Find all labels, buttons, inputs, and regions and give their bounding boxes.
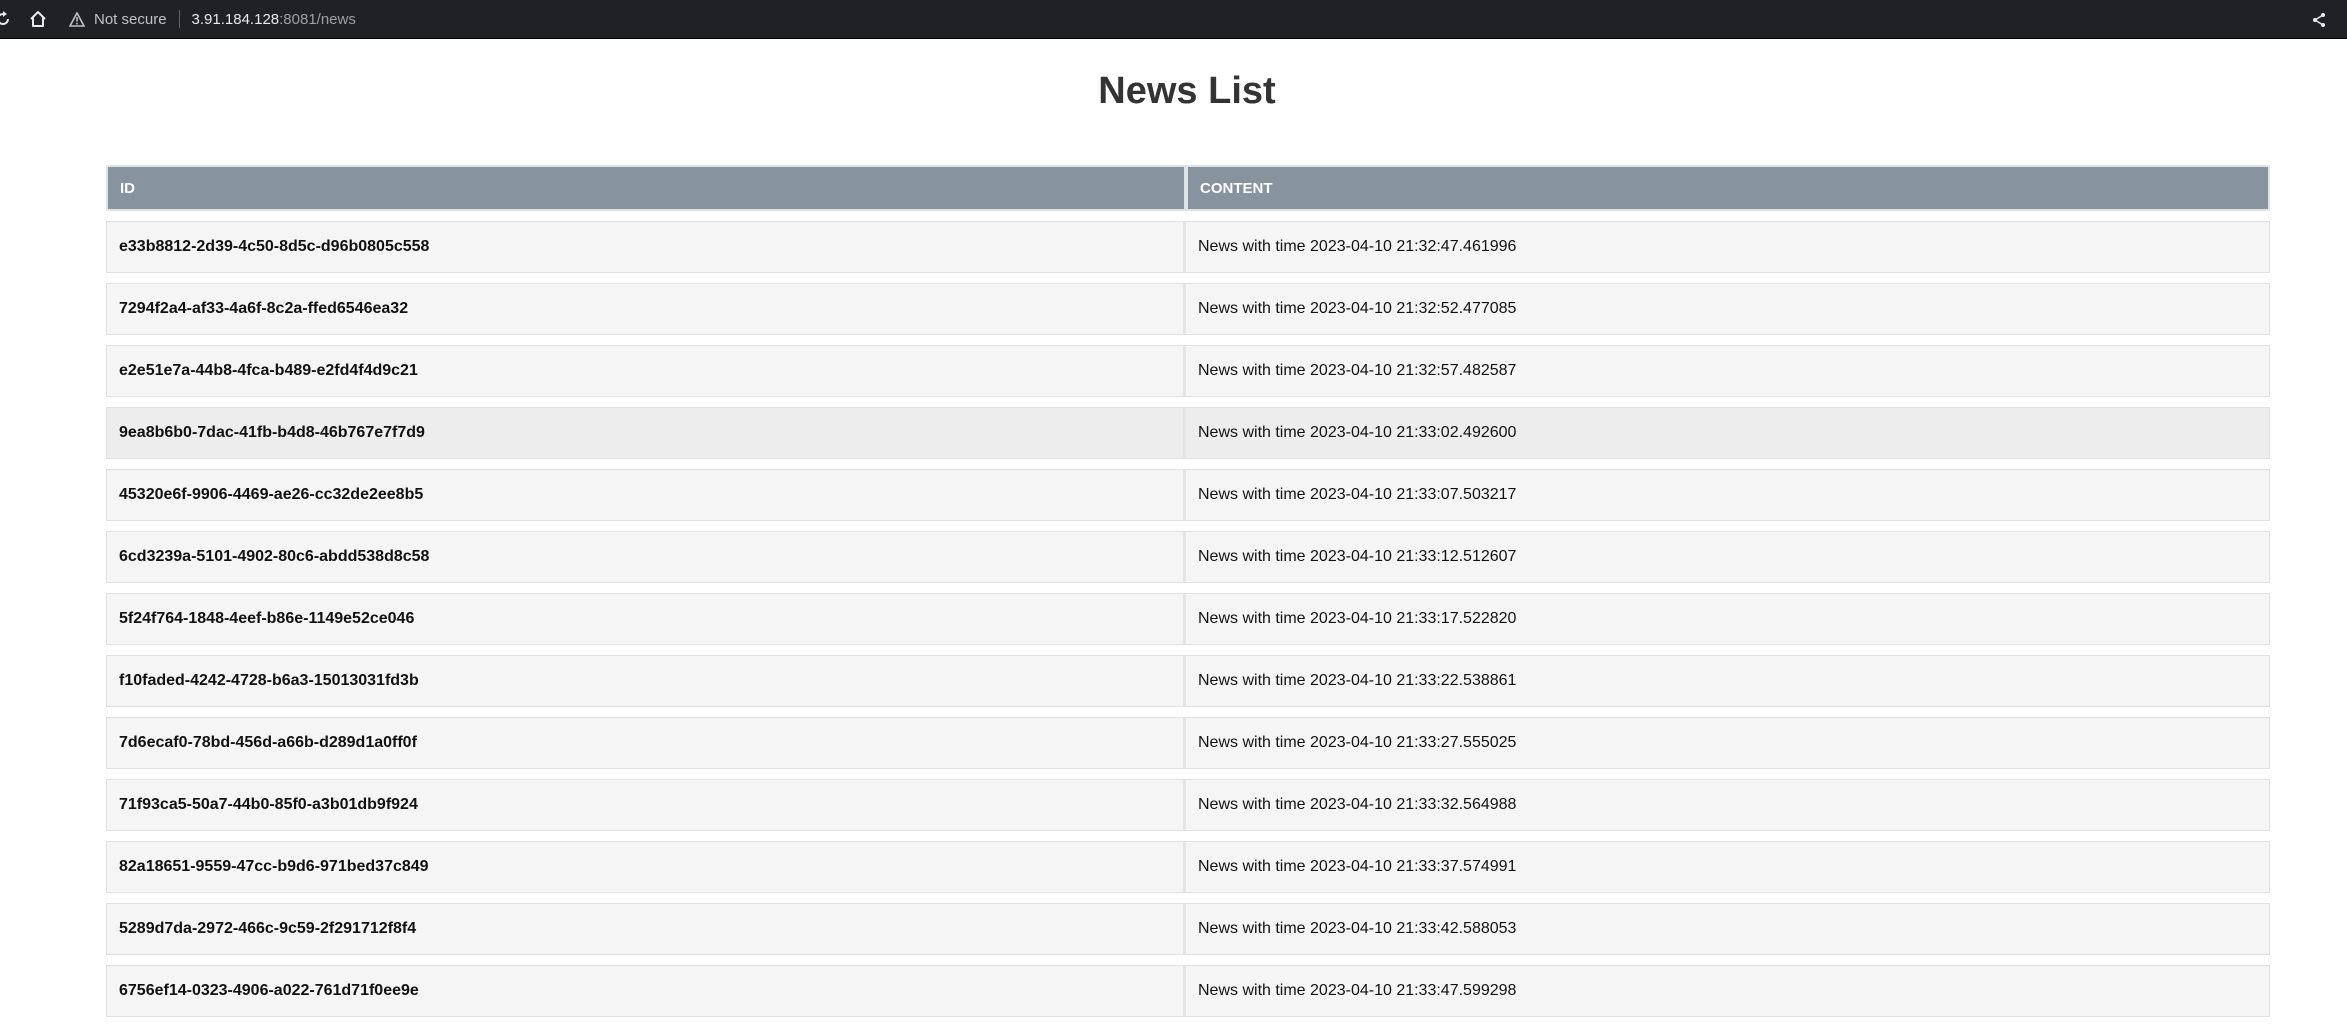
table-row: 5289d7da-2972-466c-9c59-2f291712f8f4 New…: [106, 903, 2270, 955]
table-row: 71f93ca5-50a7-44b0-85f0-a3b01db9f924 New…: [106, 779, 2270, 831]
news-id-cell: 7294f2a4-af33-4a6f-8c2a-ffed6546ea32: [106, 283, 1186, 335]
news-content-cell: News with time 2023-04-10 21:33:42.58805…: [1186, 903, 2270, 955]
news-content-cell: News with time 2023-04-10 21:33:12.51260…: [1186, 531, 2270, 583]
news-content-cell: News with time 2023-04-10 21:33:22.53886…: [1186, 655, 2270, 707]
table-row: e2e51e7a-44b8-4fca-b489-e2fd4f4d9c21 New…: [106, 345, 2270, 397]
news-content-cell: News with time 2023-04-10 21:32:57.48258…: [1186, 345, 2270, 397]
table-row: 9ea8b6b0-7dac-41fb-b4d8-46b767e7f7d9 New…: [106, 407, 2270, 459]
url-path[interactable]: :8081/news: [279, 11, 356, 28]
browser-toolbar: Not secure 3.91.184.128:8081/news: [0, 0, 2347, 39]
news-content-cell: News with time 2023-04-10 21:33:02.49260…: [1186, 407, 2270, 459]
news-id-cell: f10faded-4242-4728-b6a3-15013031fd3b: [106, 655, 1186, 707]
news-table: ID CONTENT e33b8812-2d39-4c50-8d5c-d96b0…: [106, 155, 2270, 1027]
news-content-cell: News with time 2023-04-10 21:32:47.46199…: [1186, 221, 2270, 273]
reload-icon[interactable]: [0, 0, 14, 39]
news-id-cell: 9ea8b6b0-7dac-41fb-b4d8-46b767e7f7d9: [106, 407, 1186, 459]
news-id-cell: 6756ef14-0323-4906-a022-761d71f0ee9e: [106, 965, 1186, 1017]
news-content-cell: News with time 2023-04-10 21:33:47.59929…: [1186, 965, 2270, 1017]
security-status[interactable]: Not secure: [94, 11, 167, 28]
table-row: f10faded-4242-4728-b6a3-15013031fd3b New…: [106, 655, 2270, 707]
column-header-content: CONTENT: [1186, 165, 2270, 211]
news-id-cell: 45320e6f-9906-4469-ae26-cc32de2ee8b5: [106, 469, 1186, 521]
news-content-cell: News with time 2023-04-10 21:33:17.52282…: [1186, 593, 2270, 645]
table-row: 7294f2a4-af33-4a6f-8c2a-ffed6546ea32 New…: [106, 283, 2270, 335]
news-id-cell: e33b8812-2d39-4c50-8d5c-d96b0805c558: [106, 221, 1186, 273]
news-id-cell: 6cd3239a-5101-4902-80c6-abdd538d8c58: [106, 531, 1186, 583]
home-icon[interactable]: [18, 0, 58, 39]
page-title: News List: [1098, 70, 1276, 112]
news-id-cell: 5289d7da-2972-466c-9c59-2f291712f8f4: [106, 903, 1186, 955]
table-row: 45320e6f-9906-4469-ae26-cc32de2ee8b5 New…: [106, 469, 2270, 521]
news-id-cell: 5f24f764-1848-4eef-b86e-1149e52ce046: [106, 593, 1186, 645]
news-id-cell: 82a18651-9559-47cc-b9d6-971bed37c849: [106, 841, 1186, 893]
address-bar[interactable]: Not secure 3.91.184.128:8081/news: [68, 4, 356, 34]
news-content-cell: News with time 2023-04-10 21:33:07.50321…: [1186, 469, 2270, 521]
omnibox-divider: [178, 10, 180, 28]
table-row: 6756ef14-0323-4906-a022-761d71f0ee9e New…: [106, 965, 2270, 1017]
news-content-cell: News with time 2023-04-10 21:33:27.55502…: [1186, 717, 2270, 769]
share-icon[interactable]: [2311, 0, 2327, 39]
news-id-cell: 7d6ecaf0-78bd-456d-a66b-d289d1a0ff0f: [106, 717, 1186, 769]
warning-icon[interactable]: [68, 10, 86, 28]
news-content-cell: News with time 2023-04-10 21:32:52.47708…: [1186, 283, 2270, 335]
url-host[interactable]: 3.91.184.128: [192, 11, 280, 28]
news-id-cell: e2e51e7a-44b8-4fca-b489-e2fd4f4d9c21: [106, 345, 1186, 397]
table-row: 5f24f764-1848-4eef-b86e-1149e52ce046 New…: [106, 593, 2270, 645]
table-row: e33b8812-2d39-4c50-8d5c-d96b0805c558 New…: [106, 221, 2270, 273]
table-row: 7d6ecaf0-78bd-456d-a66b-d289d1a0ff0f New…: [106, 717, 2270, 769]
table-row: 82a18651-9559-47cc-b9d6-971bed37c849 New…: [106, 841, 2270, 893]
news-id-cell: 71f93ca5-50a7-44b0-85f0-a3b01db9f924: [106, 779, 1186, 831]
table-header-row: ID CONTENT: [106, 165, 2270, 211]
column-header-id: ID: [106, 165, 1186, 211]
news-content-cell: News with time 2023-04-10 21:33:32.56498…: [1186, 779, 2270, 831]
news-content-cell: News with time 2023-04-10 21:33:37.57499…: [1186, 841, 2270, 893]
table-row: 6cd3239a-5101-4902-80c6-abdd538d8c58 New…: [106, 531, 2270, 583]
